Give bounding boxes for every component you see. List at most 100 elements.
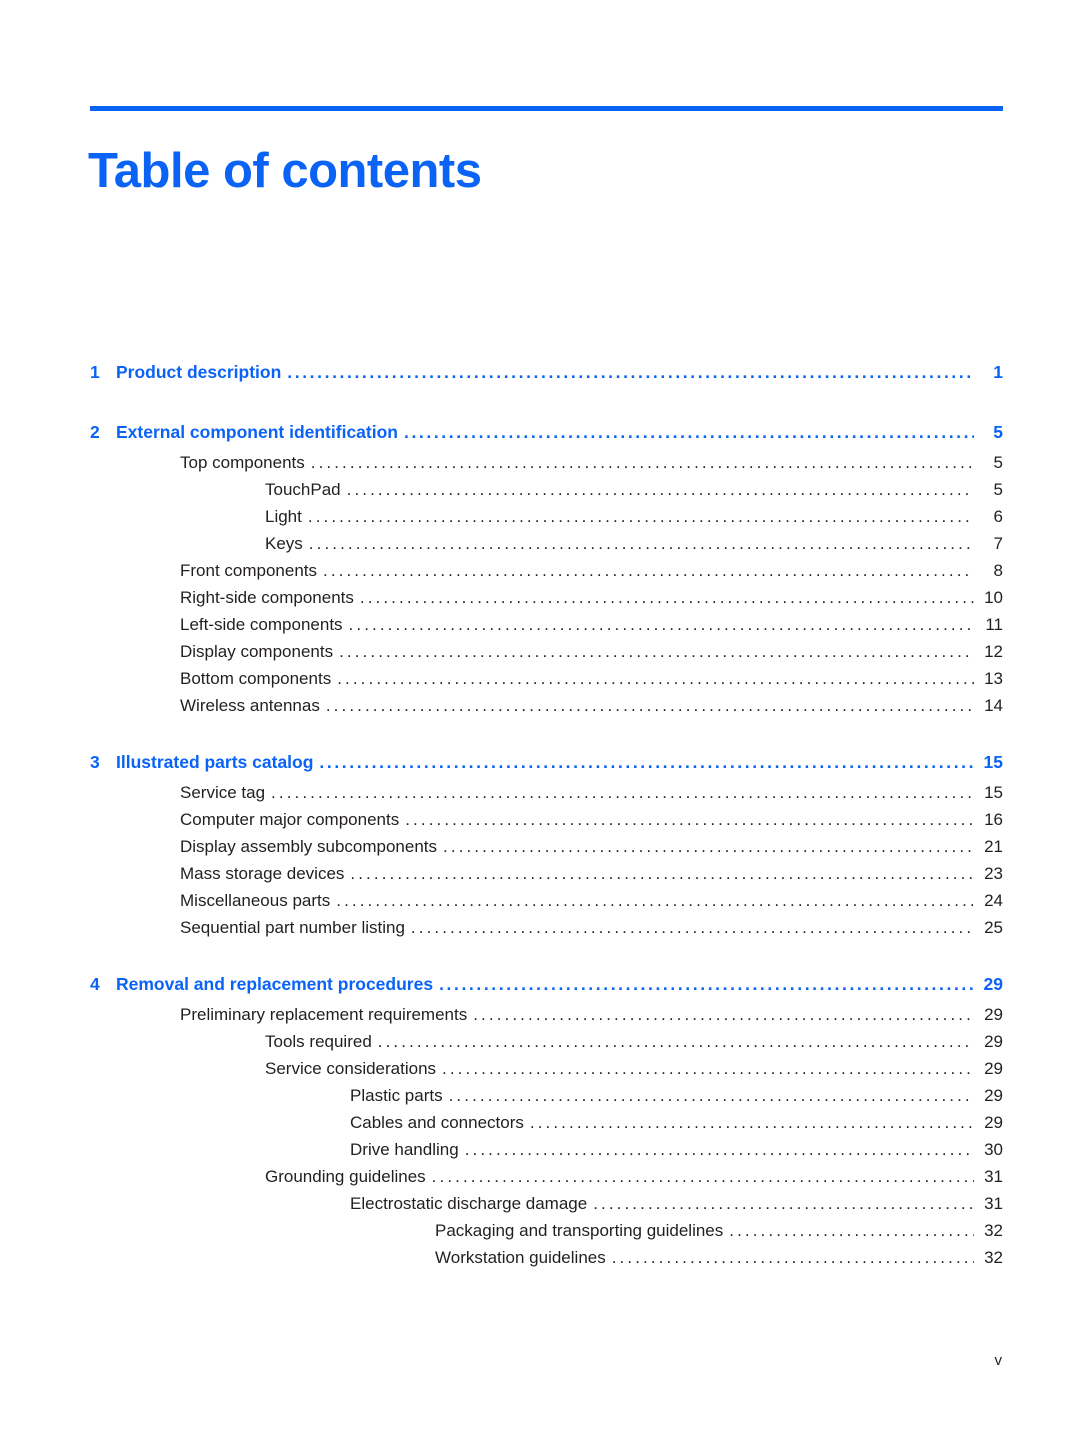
toc-dot-leader: ........................................… [377,1033,974,1050]
toc-dot-leader: ........................................… [611,1249,974,1266]
toc-page-number: 7 [993,534,1003,553]
toc-section-entry[interactable]: Wireless antennas.......................… [90,696,1003,723]
toc-section-entry[interactable]: Plastic parts...........................… [90,1086,1003,1113]
toc-entry-label: Packaging and transporting guidelines [435,1221,724,1240]
toc-dot-leader: ........................................… [403,424,974,442]
toc-section-entry[interactable]: Display assembly subcomponents..........… [90,837,1003,864]
toc-dot-leader: ........................................… [271,784,974,801]
toc-dot-leader: ........................................… [431,1168,974,1185]
toc-dot-leader: ........................................… [348,616,974,633]
toc-chapter-entry[interactable]: 1 Product description....................… [90,362,1003,393]
toc-section-entry[interactable]: Bottom components.......................… [90,669,1003,696]
toc-section-entry[interactable]: Electrostatic discharge damage..........… [90,1194,1003,1221]
toc-entry-label: Keys [265,534,303,553]
toc-chapter-entry[interactable]: 4 Removal and replacement procedures.....… [90,974,1003,1005]
toc-page-number: 32 [984,1221,1003,1240]
toc-chapter-entry[interactable]: 2 External component identification......… [90,422,1003,453]
toc-page-number: 8 [993,561,1003,580]
toc-section-entry[interactable]: Display components......................… [90,642,1003,669]
toc-page-number: 5 [993,422,1003,442]
toc-section-entry[interactable]: Preliminary replacement requirements....… [90,1005,1003,1032]
toc-page-number: 32 [984,1248,1003,1267]
toc-entry-label: Sequential part number listing [180,918,405,937]
toc-dot-leader: ........................................… [729,1222,974,1239]
toc-entry-label: Left-side components [180,615,343,634]
toc-section-entry[interactable]: Right-side components...................… [90,588,1003,615]
toc-section-entry[interactable]: Top components..........................… [90,453,1003,480]
toc-section-entry[interactable]: Mass storage devices....................… [90,864,1003,891]
toc-section-entry[interactable]: Workstation guidelines..................… [90,1248,1003,1275]
toc-page-number: 31 [984,1167,1003,1186]
toc-dot-leader: ........................................… [310,454,974,471]
toc-entry-label: Drive handling [350,1140,459,1159]
toc-chapter-number: 4 [90,974,100,994]
toc-page-number: 29 [983,974,1003,994]
toc-page-number: 1 [993,362,1003,382]
toc-chapter-entry[interactable]: 3 Illustrated parts catalog..............… [90,752,1003,783]
toc-dot-leader: ........................................… [336,892,974,909]
page-folio: v [994,1352,1003,1369]
toc-section-entry[interactable]: Service tag.............................… [90,783,1003,810]
toc-entry-label: Illustrated parts catalog [116,752,314,772]
toc-section-entry[interactable]: Left-side components....................… [90,615,1003,642]
toc-entry-label: Right-side components [180,588,354,607]
toc-entry-label: Product description [116,362,282,382]
toc-dot-leader: ........................................… [410,919,974,936]
toc-page-number: 24 [984,891,1003,910]
toc-entry-label: Cables and connectors [350,1113,524,1132]
document-page: Table of contents 1 Product description..… [0,0,1080,1437]
toc-dot-leader: ........................................… [319,754,974,772]
toc-section-entry[interactable]: Drive handling..........................… [90,1140,1003,1167]
toc-entry-label: Electrostatic discharge damage [350,1194,588,1213]
toc-entry-label: Top components [180,453,305,472]
toc-page-number: 5 [993,453,1003,472]
toc-section-entry[interactable]: TouchPad................................… [90,480,1003,507]
toc-page-number: 31 [984,1194,1003,1213]
toc-page-number: 5 [993,480,1003,499]
toc-dot-leader: ........................................… [359,589,974,606]
toc-page-number: 15 [983,752,1003,772]
toc-section-entry[interactable]: Grounding guidelines....................… [90,1167,1003,1194]
toc-section-entry[interactable]: Light...................................… [90,507,1003,534]
toc-entry-label: TouchPad [265,480,341,499]
toc-entry-label: Display components [180,642,334,661]
toc-entry-label: Miscellaneous parts [180,891,331,910]
toc-dot-leader: ........................................… [323,562,974,579]
toc-entry-label: Service tag [180,783,266,802]
toc-dot-leader: ........................................… [448,1087,974,1104]
toc-entry-label: Plastic parts [350,1086,443,1105]
toc-section-entry[interactable]: Computer major components...............… [90,810,1003,837]
toc-page-number: 13 [984,669,1003,688]
toc-dot-leader: ........................................… [439,976,974,994]
toc-entry-label: Removal and replacement procedures [116,974,434,994]
toc-page-number: 29 [984,1086,1003,1105]
toc-page-number: 12 [984,642,1003,661]
toc-dot-leader: ........................................… [593,1195,974,1212]
toc-page-number: 6 [993,507,1003,526]
toc-page-number: 10 [984,588,1003,607]
toc-dot-leader: ........................................… [339,643,974,660]
toc-section-entry[interactable]: Tools required..........................… [90,1032,1003,1059]
toc-entry-label: External component identification [116,422,398,442]
toc-section-entry[interactable]: Front components........................… [90,561,1003,588]
toc-section-entry[interactable]: Miscellaneous parts.....................… [90,891,1003,918]
toc-page-number: 30 [984,1140,1003,1159]
toc-dot-leader: ........................................… [307,508,974,525]
toc-section-entry[interactable]: Cables and connectors...................… [90,1113,1003,1140]
toc-dot-leader: ........................................… [308,535,974,552]
toc-entry-label: Front components [180,561,318,580]
toc-page-number: 29 [984,1032,1003,1051]
toc-entry-label: Workstation guidelines [435,1248,606,1267]
toc-entry-label: Computer major components [180,810,400,829]
toc-entry-label: Mass storage devices [180,864,345,883]
toc-section-entry[interactable]: Service considerations..................… [90,1059,1003,1086]
toc-section-entry[interactable]: Packaging and transporting guidelines...… [90,1221,1003,1248]
toc-section-entry[interactable]: Keys....................................… [90,534,1003,561]
toc-dot-leader: ........................................… [346,481,974,498]
toc-dot-leader: ........................................… [473,1006,974,1023]
toc-section-entry[interactable]: Sequential part number listing..........… [90,918,1003,945]
toc-dot-leader: ........................................… [443,838,974,855]
toc-dot-leader: ........................................… [287,364,974,382]
toc-page-number: 25 [984,918,1003,937]
toc-dot-leader: ........................................… [350,865,974,882]
